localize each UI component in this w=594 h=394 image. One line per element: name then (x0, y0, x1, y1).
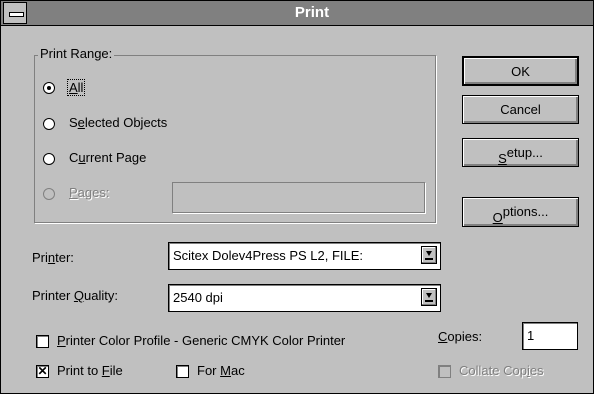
copies-value: 1 (527, 328, 535, 343)
radio-all-icon[interactable] (43, 82, 55, 94)
print-dialog: Print Print Range: All Selected Objects … (0, 0, 594, 394)
copies-label: Copies: (438, 329, 483, 344)
options-button[interactable]: Options... (462, 197, 579, 227)
chevron-down-icon[interactable] (421, 288, 437, 306)
print-to-file-label[interactable]: Print to File (57, 363, 123, 378)
for-mac-label[interactable]: For Mac (197, 363, 245, 378)
pages-input[interactable] (172, 182, 425, 213)
collate-copies-label[interactable]: Collate Copies (459, 363, 544, 378)
radio-pages-label[interactable]: Pages: (69, 185, 109, 200)
printer-select[interactable]: Scitex Dolev4Press PS L2, FILE: (168, 242, 441, 270)
radio-selected-objects-icon[interactable] (43, 118, 55, 130)
system-menu-icon[interactable] (3, 2, 27, 24)
title-bar[interactable]: Print (1, 1, 593, 26)
ok-button-label: OK (511, 64, 530, 79)
radio-pages-icon[interactable] (43, 188, 55, 200)
printer-quality-label: Printer Quality: (32, 288, 118, 303)
radio-current-page-icon[interactable] (43, 153, 55, 165)
for-mac-checkbox[interactable] (176, 365, 189, 378)
collate-copies-checkbox[interactable] (438, 365, 451, 378)
options-button-label: Options... (492, 204, 549, 225)
chevron-down-icon[interactable] (421, 246, 437, 264)
radio-selected-objects-label[interactable]: Selected Objects (69, 115, 167, 130)
ok-button[interactable]: OK (462, 56, 579, 86)
setup-button[interactable]: Setup... (462, 138, 579, 167)
cancel-button[interactable]: Cancel (462, 95, 579, 124)
printer-quality-value: 2540 dpi (173, 290, 223, 305)
printer-value: Scitex Dolev4Press PS L2, FILE: (173, 248, 364, 263)
color-profile-checkbox[interactable] (36, 335, 49, 348)
cancel-button-label: Cancel (500, 102, 541, 117)
radio-current-page-label[interactable]: Current Page (69, 150, 146, 165)
print-to-file-checkbox[interactable]: ✕ (36, 365, 49, 378)
setup-button-label: Setup... (498, 145, 543, 166)
copies-input[interactable]: 1 (522, 322, 578, 350)
color-profile-label[interactable]: Printer Color Profile - Generic CMYK Col… (57, 333, 345, 348)
printer-quality-select[interactable]: 2540 dpi (168, 284, 441, 312)
printer-label: Printer: (32, 250, 74, 265)
radio-all-label[interactable]: All (67, 79, 86, 96)
print-range-legend: Print Range: (38, 46, 115, 61)
window-title: Print (294, 4, 330, 21)
